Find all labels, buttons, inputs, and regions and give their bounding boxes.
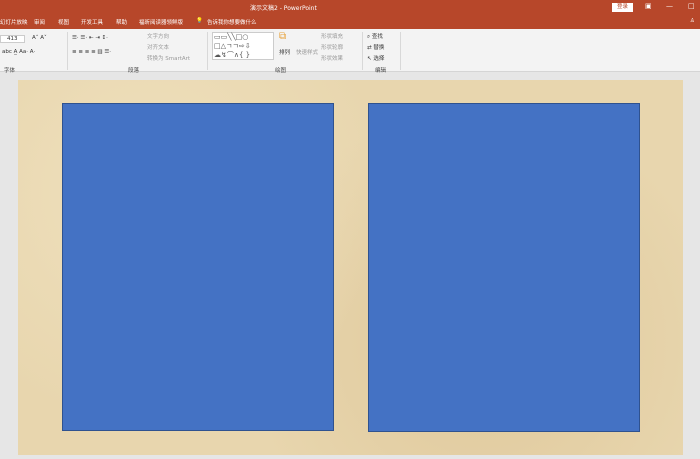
arrange-icon[interactable]: ⧉: [279, 31, 286, 42]
text-direction-button[interactable]: 文字方向: [147, 32, 169, 40]
align-text-button[interactable]: 对齐文本: [147, 43, 169, 51]
replace-button[interactable]: ⇄ 替换: [367, 43, 384, 51]
replace-label: 替换: [373, 45, 385, 51]
arrange-button[interactable]: 排列: [279, 48, 290, 56]
ribbon-tabs: 幻灯片放映 审阅 视图 开发工具 帮助 福昕阅读器领鲜版 💡 告诉我你想要做什么…: [0, 14, 700, 29]
login-button[interactable]: 登录: [612, 3, 634, 12]
title-bar: 演示文稿2 - PowerPoint 登录 ▣ — □: [0, 0, 700, 14]
tell-me-input[interactable]: 告诉我你想要做什么: [207, 18, 257, 26]
right-rectangle-shape[interactable]: [368, 103, 640, 432]
align-icons[interactable]: ≡ ≡ ≡ ≡ ▥ ☰·: [72, 49, 111, 55]
shape-outline-button[interactable]: 形状轮廓: [321, 43, 343, 51]
select-button[interactable]: ↖ 选择: [367, 54, 384, 62]
font-size-input[interactable]: 413: [0, 35, 25, 43]
lightbulb-icon: 💡: [196, 18, 203, 24]
share-icon[interactable]: ♙: [690, 18, 695, 24]
group-editing-label: 编辑: [375, 68, 387, 74]
font-grow-icon[interactable]: A˄ A˅: [32, 35, 47, 41]
tab-slideshow[interactable]: 幻灯片放映: [0, 18, 28, 26]
tab-foxit[interactable]: 福昕阅读器领鲜版: [139, 18, 183, 26]
shape-fill-button[interactable]: 形状填充: [321, 32, 343, 40]
find-label: 查找: [371, 34, 383, 40]
select-label: 选择: [373, 56, 385, 62]
shapes-gallery[interactable]: ▭▭╲╲□○ □△ㄱㄱ⇨⇩ ☁↯⌒∧{ }: [212, 32, 274, 60]
group-paragraph-label: 段落: [128, 68, 140, 74]
font-format-icons[interactable]: abc A̲ Aa· A·: [2, 49, 35, 55]
group-font-label: 字体: [4, 68, 16, 74]
tab-developer[interactable]: 开发工具: [81, 18, 103, 26]
find-button[interactable]: ⌕ 查找: [367, 32, 383, 41]
smartart-button[interactable]: 转换为 SmartArt: [147, 54, 190, 62]
tab-view[interactable]: 视图: [58, 18, 69, 26]
ribbon: 413 A˄ A˅ abc A̲ Aa· A· 字体 ☰· ☰· ⇤ ⇥ ↕· …: [0, 29, 700, 74]
slide-canvas[interactable]: [18, 80, 683, 455]
minimize-button[interactable]: —: [666, 2, 673, 10]
quick-styles-button[interactable]: 快速样式: [296, 48, 318, 56]
shape-effects-button[interactable]: 形状效果: [321, 54, 343, 62]
maximize-button[interactable]: □: [688, 2, 695, 10]
list-icons[interactable]: ☰· ☰· ⇤ ⇥ ↕·: [72, 35, 108, 41]
tab-help[interactable]: 帮助: [116, 18, 127, 26]
tab-review[interactable]: 审阅: [34, 18, 45, 26]
ribbon-display-icon[interactable]: ▣: [645, 2, 652, 10]
window-title: 演示文稿2 - PowerPoint: [250, 5, 317, 12]
group-drawing-label: 绘图: [275, 68, 287, 74]
left-rectangle-shape[interactable]: [62, 103, 334, 431]
